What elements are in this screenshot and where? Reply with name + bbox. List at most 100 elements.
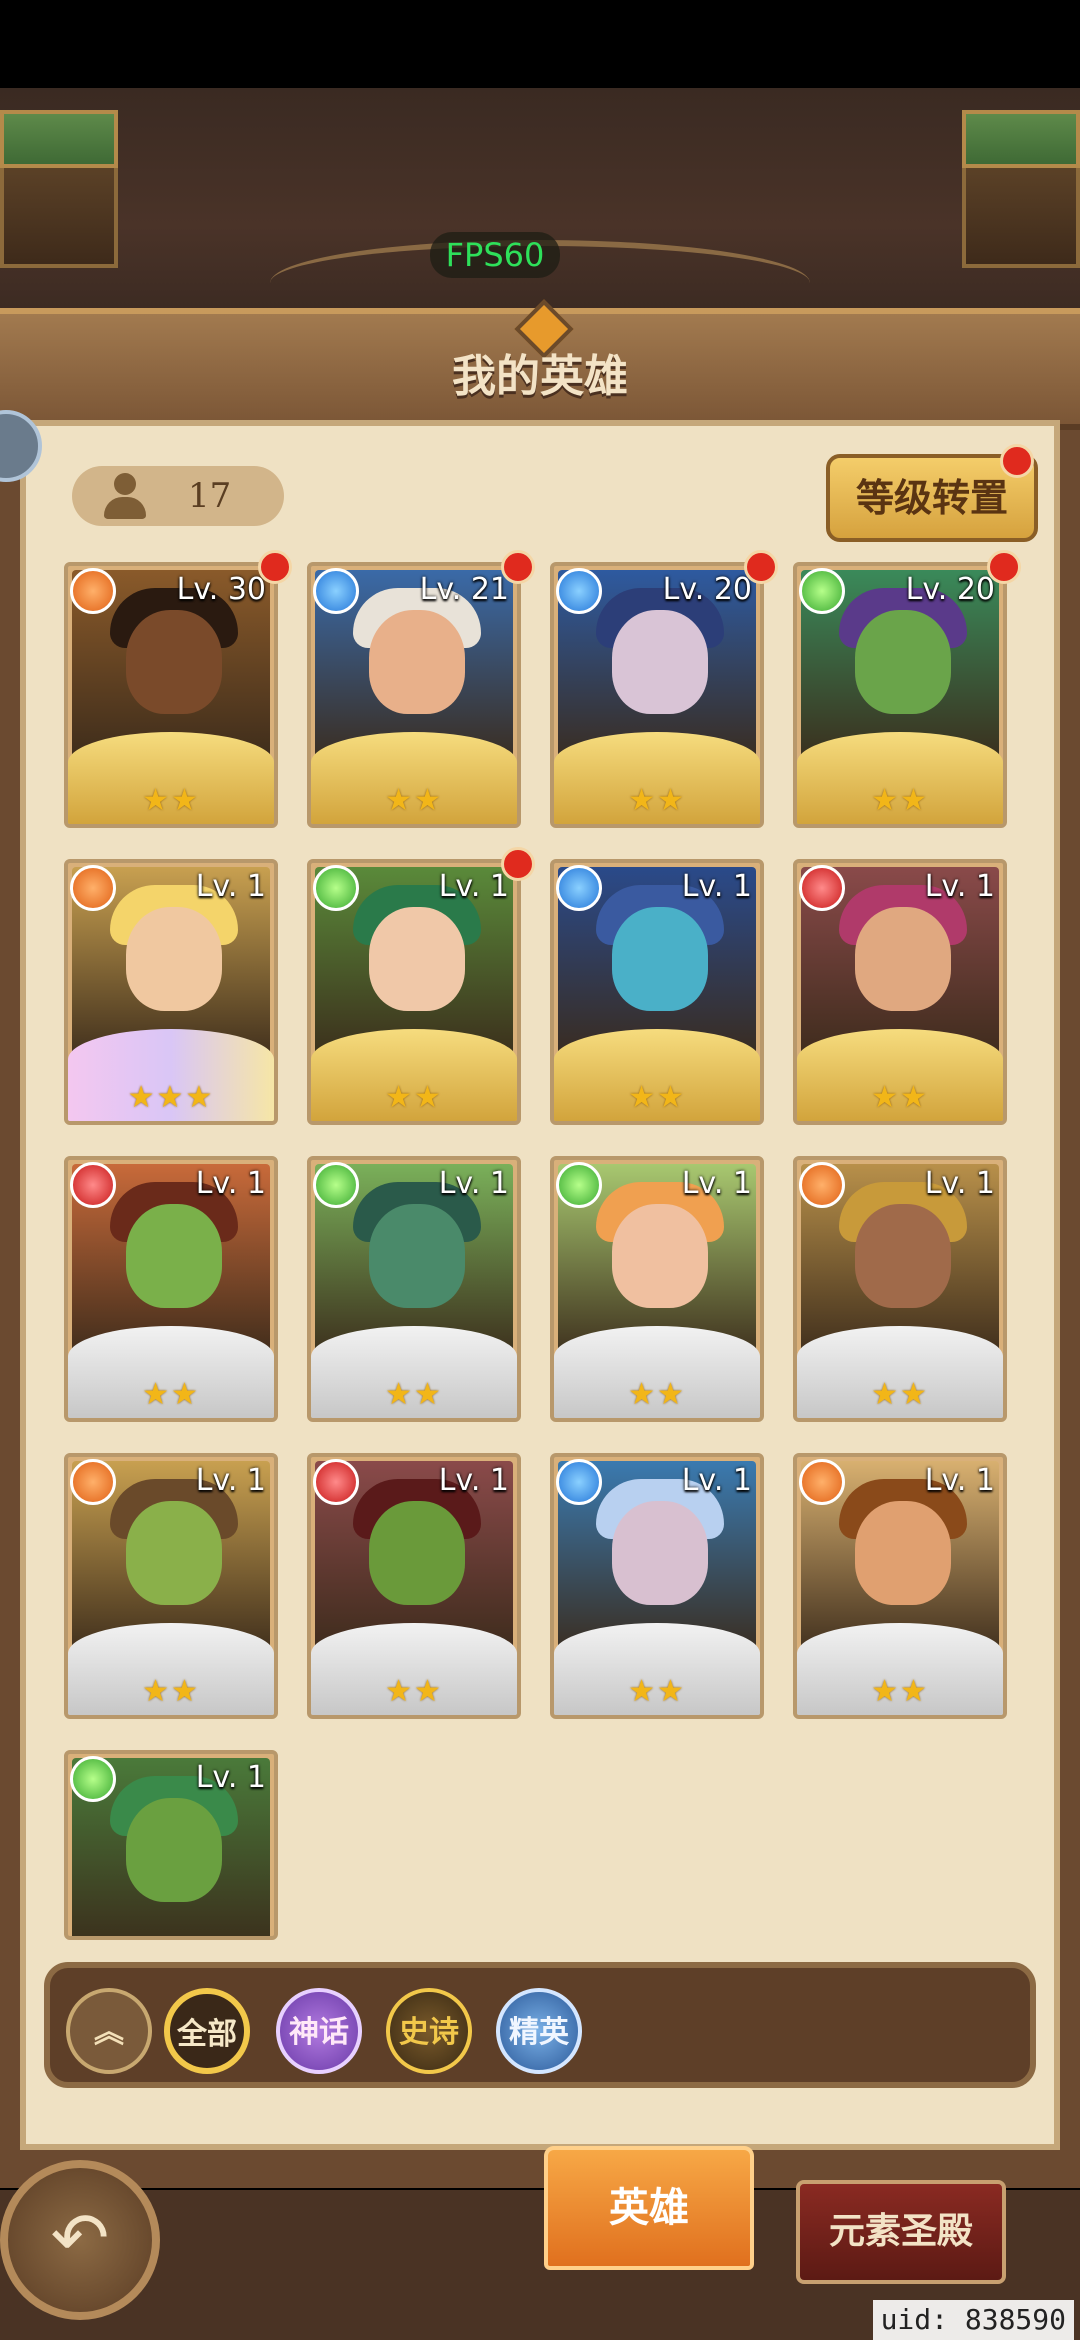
star-rating: ★★ bbox=[871, 783, 929, 818]
person-icon bbox=[100, 471, 150, 521]
hero-card[interactable]: ★★ Lv. 1 bbox=[64, 1156, 278, 1422]
hero-face bbox=[369, 907, 465, 1011]
hero-card[interactable]: ★★ Lv. 1 bbox=[793, 1156, 1007, 1422]
hero-count-text: 17 bbox=[188, 476, 232, 516]
fire-element-icon bbox=[70, 568, 116, 614]
fps-counter: FPS60 bbox=[430, 232, 560, 278]
hero-face bbox=[612, 907, 708, 1011]
hero-level: Lv. 1 bbox=[195, 1166, 266, 1201]
star-rating: ★★ bbox=[628, 1080, 686, 1115]
hero-level: Lv. 30 bbox=[176, 572, 266, 607]
hero-card[interactable]: ★★ Lv. 20 bbox=[550, 562, 764, 828]
hero-card[interactable]: ★★ Lv. 1 bbox=[793, 1453, 1007, 1719]
hero-level: Lv. 1 bbox=[924, 869, 995, 904]
notification-dot bbox=[501, 550, 535, 584]
hero-count-badge: 17 bbox=[72, 466, 284, 526]
hero-face bbox=[612, 610, 708, 714]
nature-element-icon bbox=[313, 1162, 359, 1208]
hero-card[interactable]: Lv. 1 bbox=[64, 1750, 278, 1940]
hero-card[interactable]: ★★ Lv. 1 bbox=[793, 859, 1007, 1125]
star-rating: ★★★ bbox=[127, 1080, 215, 1115]
filter-epic-button[interactable]: 史诗 bbox=[386, 1988, 472, 2074]
water-element-icon bbox=[313, 568, 359, 614]
hero-face bbox=[369, 610, 465, 714]
fire-element-icon bbox=[70, 865, 116, 911]
filter-all-button[interactable]: 全部 bbox=[164, 1988, 250, 2074]
hero-face bbox=[612, 1501, 708, 1605]
nature-element-icon bbox=[556, 1162, 602, 1208]
hero-face bbox=[855, 1204, 951, 1308]
hero-level: Lv. 1 bbox=[681, 1166, 752, 1201]
hero-card[interactable]: ★★ Lv. 1 bbox=[64, 1453, 278, 1719]
blood-element-icon bbox=[70, 1162, 116, 1208]
water-element-icon bbox=[556, 865, 602, 911]
star-rating: ★★ bbox=[142, 783, 200, 818]
hero-card[interactable]: ★★ Lv. 1 bbox=[550, 1453, 764, 1719]
blood-element-icon bbox=[799, 865, 845, 911]
fire-element-icon bbox=[70, 1459, 116, 1505]
hero-card[interactable]: ★★ Lv. 21 bbox=[307, 562, 521, 828]
hero-card[interactable]: ★★ Lv. 1 bbox=[307, 1156, 521, 1422]
hero-face bbox=[369, 1204, 465, 1308]
hero-level: Lv. 1 bbox=[195, 1463, 266, 1498]
filter-bar: ︽ 全部 神话 史诗 精英 bbox=[44, 1962, 1036, 2088]
hero-level: Lv. 1 bbox=[681, 1463, 752, 1498]
hero-face bbox=[612, 1204, 708, 1308]
notification-dot bbox=[744, 550, 778, 584]
hero-level: Lv. 1 bbox=[438, 1166, 509, 1201]
notification-dot bbox=[258, 550, 292, 584]
hero-face bbox=[369, 1501, 465, 1605]
hero-level: Lv. 1 bbox=[195, 869, 266, 904]
nature-element-icon bbox=[70, 1756, 116, 1802]
star-rating: ★★ bbox=[385, 1674, 443, 1709]
hero-face bbox=[126, 1798, 222, 1902]
hero-face bbox=[855, 1501, 951, 1605]
nature-element-icon bbox=[313, 865, 359, 911]
hero-card[interactable]: ★★ Lv. 30 bbox=[64, 562, 278, 828]
hero-level: Lv. 20 bbox=[905, 572, 995, 607]
star-rating: ★★ bbox=[628, 1377, 686, 1412]
star-rating: ★★ bbox=[385, 783, 443, 818]
notification-dot bbox=[1000, 444, 1034, 478]
hero-card[interactable]: ★★ Lv. 20 bbox=[793, 562, 1007, 828]
hero-card[interactable]: ★★ Lv. 1 bbox=[307, 859, 521, 1125]
hero-face bbox=[126, 1501, 222, 1605]
tab-element-temple[interactable]: 元素圣殿 bbox=[796, 2180, 1006, 2284]
hero-level: Lv. 1 bbox=[924, 1463, 995, 1498]
uid-label: uid: 838590 bbox=[872, 2300, 1074, 2340]
star-rating: ★★ bbox=[871, 1674, 929, 1709]
hero-face bbox=[126, 610, 222, 714]
blood-element-icon bbox=[313, 1459, 359, 1505]
status-bar bbox=[0, 0, 1080, 88]
hero-level: Lv. 20 bbox=[662, 572, 752, 607]
star-rating: ★★ bbox=[142, 1674, 200, 1709]
hero-level: Lv. 1 bbox=[438, 869, 509, 904]
star-rating: ★★ bbox=[628, 783, 686, 818]
star-rating: ★★ bbox=[871, 1377, 929, 1412]
hero-card[interactable]: ★★ Lv. 1 bbox=[550, 859, 764, 1125]
hero-face bbox=[855, 907, 951, 1011]
star-rating: ★★ bbox=[142, 1377, 200, 1412]
star-rating: ★★ bbox=[628, 1674, 686, 1709]
collapse-chevron-icon[interactable]: ︽ bbox=[66, 1988, 152, 2074]
back-arrow-icon[interactable]: ↶ bbox=[0, 2160, 160, 2320]
nature-element-icon bbox=[799, 568, 845, 614]
hero-face bbox=[126, 1204, 222, 1308]
hero-level: Lv. 1 bbox=[195, 1760, 266, 1795]
hero-card[interactable]: ★★ Lv. 1 bbox=[550, 1156, 764, 1422]
hero-face bbox=[855, 610, 951, 714]
left-pillar-decoration bbox=[0, 110, 118, 268]
star-rating: ★★ bbox=[385, 1377, 443, 1412]
star-rating: ★★ bbox=[871, 1080, 929, 1115]
hero-card[interactable]: ★★ Lv. 1 bbox=[307, 1453, 521, 1719]
hero-level: Lv. 1 bbox=[681, 869, 752, 904]
hero-face bbox=[126, 907, 222, 1011]
filter-mythic-button[interactable]: 神话 bbox=[276, 1988, 362, 2074]
notification-dot bbox=[987, 550, 1021, 584]
tab-hero[interactable]: 英雄 bbox=[544, 2146, 754, 2270]
right-pillar-decoration bbox=[962, 110, 1080, 268]
hero-level: Lv. 1 bbox=[924, 1166, 995, 1201]
water-element-icon bbox=[556, 568, 602, 614]
hero-card[interactable]: ★★★ Lv. 1 bbox=[64, 859, 278, 1125]
filter-elite-button[interactable]: 精英 bbox=[496, 1988, 582, 2074]
